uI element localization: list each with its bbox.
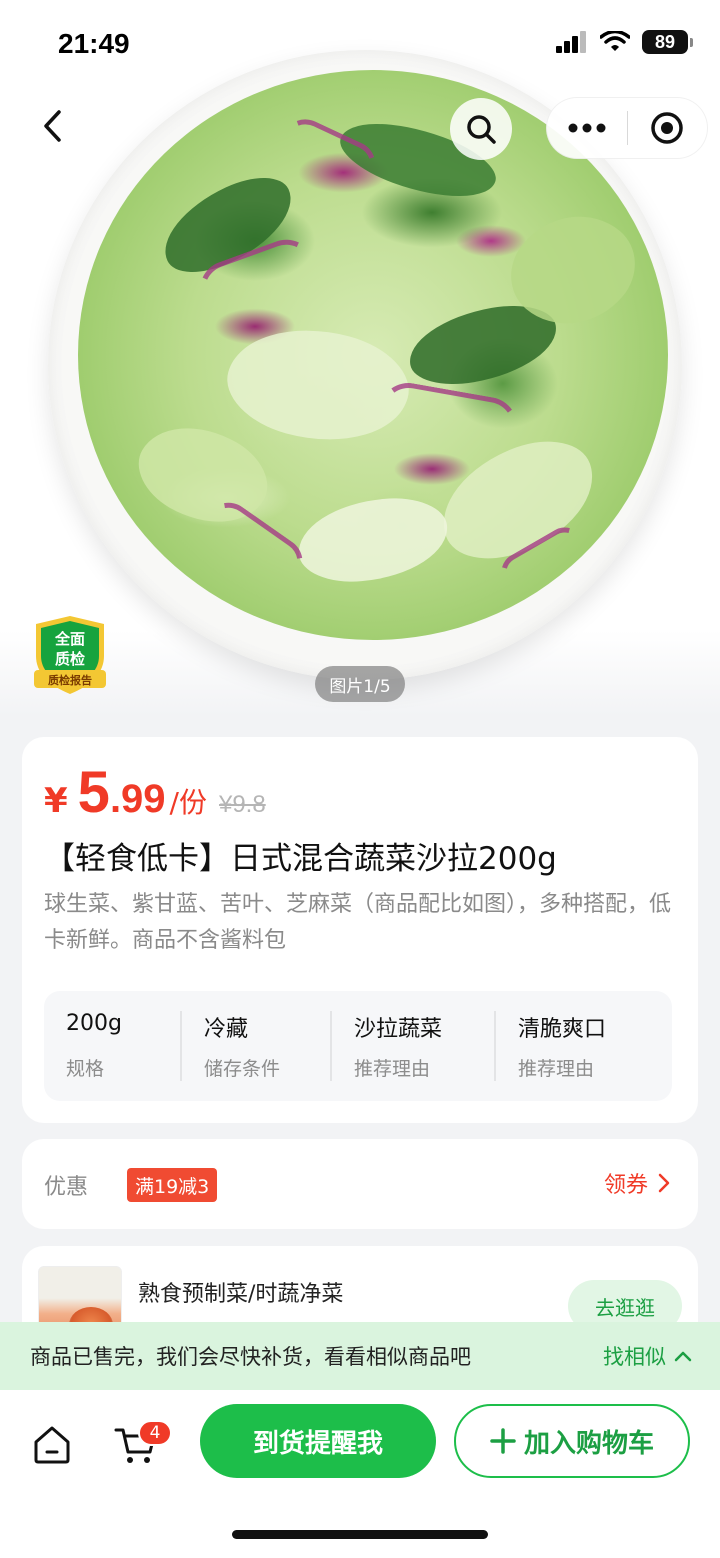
coupon-tag: 满19减3 [127,1168,218,1202]
chevron-up-icon [674,1351,692,1362]
cart-count-badge: 4 [138,1420,172,1446]
product-info-card: ¥ 5 .99 /份 ¥9.8 【轻食低卡】日式混合蔬菜沙拉200g 球生菜、紫… [22,737,698,1123]
add-to-cart-label: 加入购物车 [523,1428,654,1459]
product-gallery[interactable]: 21:49 89 全面 质检 质检报告 图片1/5 [0,0,720,716]
status-time: 21:49 [58,28,130,59]
spec-value: 清脆爽口 [518,1017,607,1042]
more-button[interactable] [547,98,627,158]
target-close-icon [651,112,683,144]
badge-line2: 质检 [55,650,85,668]
chevron-left-icon [44,110,61,142]
home-icon [34,1426,70,1464]
wifi-icon [600,31,630,51]
shield-badge-icon: 全面 质检 质检报告 [34,616,106,694]
spec-key: 推荐理由 [518,1058,595,1080]
add-to-cart-button[interactable]: 加入购物车 [454,1404,690,1478]
plus-icon [490,1428,516,1454]
more-dots-icon [568,123,606,133]
back-button[interactable] [30,104,74,148]
spec-item: 200g 规格 [44,1011,180,1081]
coupon-card[interactable]: 优惠 满19减3 领券 [22,1139,698,1229]
spec-key: 规格 [66,1058,105,1080]
get-coupon-button[interactable]: 领券 [604,1167,670,1199]
find-similar-button[interactable]: 找相似 [603,1341,692,1371]
price-integer: 5 [77,760,110,825]
spec-value: 沙拉蔬菜 [354,1017,443,1042]
spec-item: 清脆爽口 推荐理由 [494,1011,664,1081]
home-indicator [232,1530,488,1539]
signal-icon [556,31,586,53]
product-title: 【轻食低卡】日式混合蔬菜沙拉200g [44,841,557,877]
price-unit: /份 [169,786,207,819]
image-counter: 图片1/5 [315,666,405,702]
search-icon [467,115,496,144]
badge-line1: 全面 [54,630,85,648]
soldout-banner: 商品已售完，我们会尽快补货，看看相似商品吧 找相似 [0,1322,720,1390]
home-button[interactable] [30,1422,74,1466]
recommend-title: 熟食预制菜/时蔬净菜 [138,1282,344,1307]
get-coupon-label: 领券 [603,1173,648,1198]
product-description: 球生菜、紫甘蓝、苦叶、芝麻菜（商品配比如图），多种搭配，低卡新鲜。商品不含酱料包 [44,892,672,953]
spec-key: 推荐理由 [354,1058,431,1080]
chevron-right-icon [658,1173,670,1193]
notify-me-button[interactable]: 到货提醒我 [200,1404,436,1478]
search-button[interactable] [450,98,512,160]
find-similar-label: 找相似 [603,1345,666,1369]
status-icons: 89 [556,30,693,54]
badge-line3: 质检报告 [48,673,92,687]
spec-item: 冷藏 储存条件 [180,1011,330,1081]
price-row: ¥ 5 .99 /份 ¥9.8 [44,759,266,826]
spec-value: 200g [66,1011,122,1036]
spec-key: 储存条件 [204,1058,281,1080]
battery-indicator: 89 [642,30,688,54]
quality-report-badge[interactable]: 全面 质检 质检报告 [30,614,110,696]
coupon-label: 优惠 [44,1175,89,1200]
spec-value: 冷藏 [204,1017,249,1042]
price-currency: ¥ [44,781,68,821]
close-miniprogram-button[interactable] [628,98,708,158]
spec-grid: 200g 规格 冷藏 储存条件 沙拉蔬菜 推荐理由 清脆爽口 推荐理由 [44,991,672,1101]
price-decimal: .99 [109,777,166,821]
original-price: ¥9.8 [218,791,266,818]
bottom-action-bar: 4 到货提醒我 加入购物车 [0,1390,720,1558]
miniprogram-capsule [546,97,708,159]
battery-tip [690,37,693,47]
spec-item: 沙拉蔬菜 推荐理由 [330,1011,494,1081]
soldout-text: 商品已售完，我们会尽快补货，看看相似商品吧 [30,1345,471,1369]
